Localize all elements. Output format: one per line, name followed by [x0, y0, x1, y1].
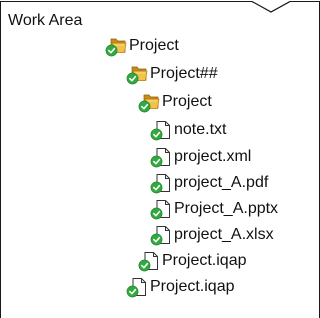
tree-item-label: Project: [129, 37, 179, 54]
tree-item-label: Project##: [150, 65, 218, 82]
file-check-icon: [150, 119, 172, 141]
file-check-icon: [150, 198, 172, 220]
tree-item-label: project_A.pdf: [174, 174, 269, 191]
file-check-icon: [150, 146, 172, 168]
tree-item-label: Project.iqap: [162, 252, 247, 269]
file-check-icon: [126, 276, 148, 298]
tree-item-label: project_A.xlsx: [174, 226, 274, 243]
tree-item-label: note.txt: [174, 121, 227, 138]
file-check-icon: [150, 172, 172, 194]
tree-item-project-xml[interactable]: project.xml: [150, 145, 251, 169]
folder-check-icon: [126, 63, 148, 85]
tree-item-project-iqap-outer[interactable]: Project.iqap: [126, 275, 235, 299]
tree-item-project-iqap-inner[interactable]: Project.iqap: [138, 249, 247, 273]
tree-item-project-a-pdf[interactable]: project_A.pdf: [150, 171, 268, 195]
tree-item-project-hash[interactable]: Project##: [126, 62, 218, 86]
tree-item-label: Project.iqap: [150, 278, 235, 295]
tree-item-label: Project_A.pptx: [174, 200, 279, 217]
tree-item-label: project.xml: [174, 148, 252, 165]
tree-item-project-a-pptx[interactable]: Project_A.pptx: [150, 197, 278, 221]
work-area-panel: Work Area Project Project## Project note…: [0, 0, 320, 318]
folder-check-icon: [105, 35, 127, 57]
work-area-title: Work Area: [8, 12, 83, 29]
tree-item-label: Project: [162, 93, 212, 110]
tree-item-project-a-xlsx[interactable]: project_A.xlsx: [150, 223, 274, 247]
tree-item-project-root[interactable]: Project: [105, 34, 179, 58]
file-check-icon: [150, 224, 172, 246]
folder-check-icon: [138, 91, 160, 113]
tree-item-note-txt[interactable]: note.txt: [150, 118, 226, 142]
file-check-icon: [138, 250, 160, 272]
tree-item-project-sub[interactable]: Project: [138, 90, 212, 114]
